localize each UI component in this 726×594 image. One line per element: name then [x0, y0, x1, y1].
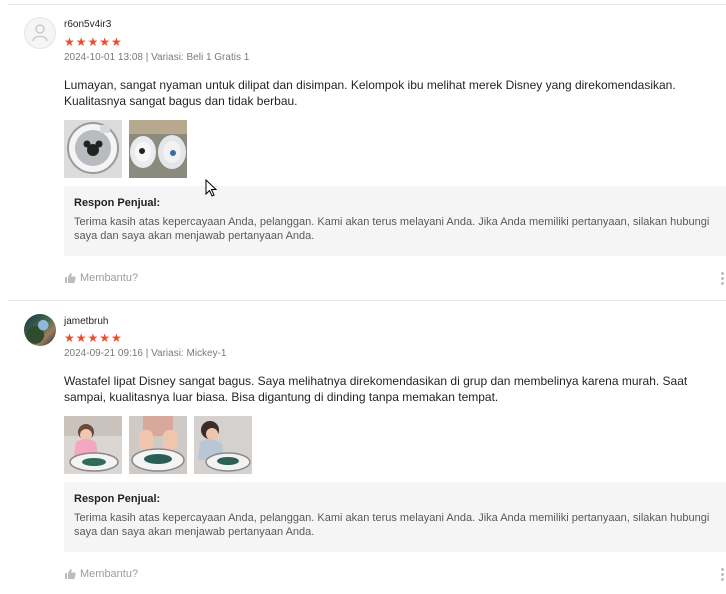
helpful-label: Membantu?: [80, 568, 139, 580]
thumbs-up-icon: [65, 569, 76, 579]
review-item: jametbruh ★★★★★ 2024-09-21 09:16 | Varia…: [0, 0, 726, 594]
review-image[interactable]: [129, 416, 187, 474]
review-username[interactable]: jametbruh: [64, 316, 108, 327]
review-text: Wastafel lipat Disney sangat bagus. Saya…: [64, 374, 688, 404]
user-photo-avatar[interactable]: [24, 314, 56, 346]
review-image[interactable]: [194, 416, 252, 474]
mouse-cursor-icon: [205, 179, 217, 197]
helpful-button[interactable]: Membantu?: [64, 568, 138, 580]
seller-response-title: Respon Penjual:: [74, 493, 161, 505]
seller-response: Respon Penjual: Terima kasih atas keperc…: [64, 482, 726, 552]
rating-stars: ★★★★★: [64, 331, 123, 345]
review-image[interactable]: [64, 416, 122, 474]
more-options-icon[interactable]: [720, 568, 726, 583]
seller-response-text: Terima kasih atas kepercayaan Anda, pela…: [74, 512, 710, 538]
review-meta: 2024-09-21 09:16 | Variasi: Mickey-1: [64, 348, 227, 359]
